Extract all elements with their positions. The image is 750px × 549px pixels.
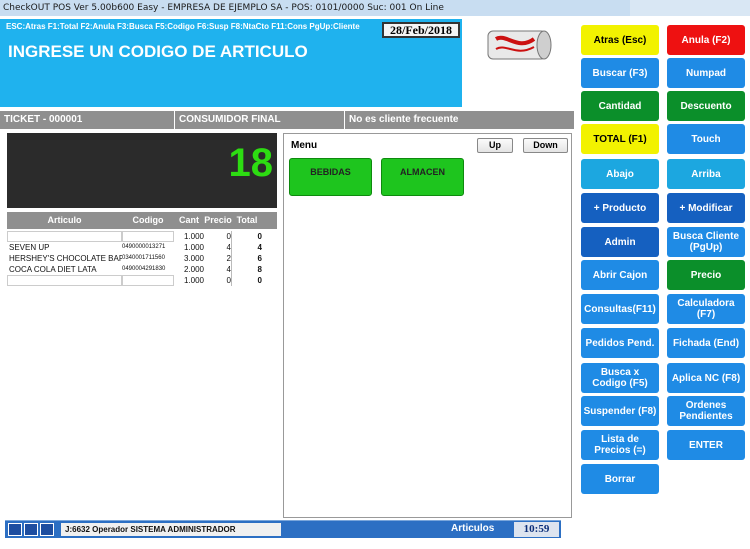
- cell-precio: 4: [204, 242, 232, 253]
- price-list-button[interactable]: Lista de Precios (=): [581, 430, 659, 460]
- cell-codigo: [122, 275, 174, 286]
- status-icons: [8, 523, 54, 536]
- cell-cant: 1.000: [183, 276, 204, 285]
- touch-button[interactable]: Touch: [667, 124, 745, 154]
- discount-button[interactable]: Descuento: [667, 91, 745, 121]
- cell-precio: 0: [204, 231, 232, 242]
- cell-articulo: [7, 231, 122, 242]
- add-product-button[interactable]: + Producto: [581, 193, 659, 223]
- admin-button[interactable]: Admin: [581, 227, 659, 257]
- category-bebidas-button[interactable]: BEBIDAS: [289, 158, 372, 196]
- search-customer-button[interactable]: Busca Cliente (PgUp): [667, 227, 745, 257]
- table-row[interactable]: HERSHEY'S CHOCOLATE BAR 0340001711560 3.…: [7, 253, 277, 264]
- total-button[interactable]: TOTAL (F1): [581, 124, 659, 154]
- clear-button[interactable]: Borrar: [581, 464, 659, 494]
- header-codigo: Codigo: [132, 215, 164, 225]
- up-button[interactable]: Up: [477, 138, 513, 153]
- total-display: 18: [7, 133, 277, 208]
- customer-status: No es cliente frecuente: [345, 111, 575, 129]
- header-total: Total: [236, 215, 258, 225]
- queries-button[interactable]: Consultas(F11): [581, 294, 659, 324]
- apply-credit-note-button[interactable]: Aplica NC (F8): [667, 363, 745, 393]
- quantity-button[interactable]: Cantidad: [581, 91, 659, 121]
- items-table-header: Articulo Codigo Cant Precio Total: [7, 212, 277, 229]
- open-drawer-button[interactable]: Abrir Cajon: [581, 260, 659, 290]
- cell-articulo: [7, 275, 122, 286]
- cell-total: 4: [257, 243, 262, 252]
- search-by-code-button[interactable]: Busca x Codigo (F5): [581, 363, 659, 393]
- articles-label: Articulos: [451, 523, 495, 534]
- cell-articulo: HERSHEY'S CHOCOLATE BAR: [9, 254, 122, 263]
- header-cant: Cant: [179, 215, 199, 225]
- status-bar: J:6632 Operador SISTEMA ADMINISTRADOR Ar…: [5, 520, 561, 538]
- header-articulo: Articulo: [47, 215, 82, 225]
- clock-display: 10:59: [514, 522, 559, 537]
- ticket-number: TICKET - 000001: [0, 111, 175, 129]
- window-icon[interactable]: [40, 523, 54, 536]
- search-button[interactable]: Buscar (F3): [581, 58, 659, 88]
- cell-total: 0: [257, 232, 262, 241]
- cell-total: 8: [257, 265, 262, 274]
- numpad-button[interactable]: Numpad: [667, 58, 745, 88]
- price-button[interactable]: Precio: [667, 260, 745, 290]
- header-precio: Precio: [204, 215, 232, 225]
- operator-info: J:6632 Operador SISTEMA ADMINISTRADOR: [61, 523, 281, 536]
- cell-codigo: 0340001711560: [122, 255, 165, 261]
- cell-codigo: 0490004291830: [122, 266, 166, 272]
- customer-name: CONSUMIDOR FINAL: [175, 111, 345, 129]
- table-row[interactable]: 1.000 0 0: [7, 231, 277, 242]
- header-panel: ESC:Atras F1:Total F2:Anula F3:Busca F5:…: [0, 19, 462, 107]
- items-table: 1.000 0 0 SEVEN UP 0490000013271 1.000 4…: [7, 231, 277, 286]
- suspend-button[interactable]: Suspender (F8): [581, 396, 659, 426]
- calculator-button[interactable]: Calculadora (F7): [667, 294, 745, 324]
- cell-articulo: SEVEN UP: [9, 243, 50, 252]
- cell-cant: 3.000: [183, 254, 204, 263]
- cell-cant: 1.000: [183, 232, 204, 241]
- cell-cant: 1.000: [183, 243, 204, 252]
- clock-in-button[interactable]: Fichada (End): [667, 328, 745, 358]
- total-value: 18: [228, 141, 274, 185]
- cell-precio: 4: [204, 264, 232, 275]
- table-row[interactable]: 1.000 0 0: [7, 275, 277, 286]
- cell-codigo: 0490000013271: [122, 244, 166, 250]
- prompt-text: INGRESE UN CODIGO DE ARTICULO: [8, 42, 308, 61]
- down-button[interactable]: Down: [523, 138, 568, 153]
- void-button[interactable]: Anula (F2): [667, 25, 745, 55]
- printer-icon[interactable]: [24, 523, 38, 536]
- window-controls[interactable]: [630, 0, 750, 16]
- down-list-button[interactable]: Abajo: [581, 159, 659, 189]
- cell-total: 6: [257, 254, 262, 263]
- cell-precio: 2: [204, 253, 232, 264]
- up-list-button[interactable]: Arriba: [667, 159, 745, 189]
- table-row[interactable]: SEVEN UP 0490000013271 1.000 4 4: [7, 242, 277, 253]
- action-buttons-panel: Atras (Esc) Anula (F2) Buscar (F3) Numpa…: [575, 19, 750, 529]
- cell-total: 0: [257, 276, 262, 285]
- drink-can-icon: [467, 19, 575, 71]
- ticket-info-bar: TICKET - 000001 CONSUMIDOR FINAL No es c…: [0, 111, 575, 129]
- category-almacen-button[interactable]: ALMACEN: [381, 158, 464, 196]
- cell-codigo: [122, 231, 174, 242]
- back-button[interactable]: Atras (Esc): [581, 25, 659, 55]
- menu-title: Menu: [291, 140, 318, 151]
- app-icon[interactable]: [8, 523, 22, 536]
- add-modifier-button[interactable]: + Modificar: [667, 193, 745, 223]
- enter-button[interactable]: ENTER: [667, 430, 745, 460]
- date-display: 28/Feb/2018: [382, 22, 460, 38]
- cell-articulo: COCA COLA DIET LATA: [9, 265, 97, 274]
- pending-orders-button[interactable]: Pedidos Pend.: [581, 328, 659, 358]
- pending-orders-list-button[interactable]: Ordenes Pendientes: [667, 396, 745, 426]
- table-row[interactable]: COCA COLA DIET LATA 0490004291830 2.000 …: [7, 264, 277, 275]
- cell-cant: 2.000: [183, 265, 204, 274]
- cell-precio: 0: [204, 275, 232, 286]
- menu-panel: Menu Up Down BEBIDAS ALMACEN: [283, 133, 572, 518]
- shortcut-hints: ESC:Atras F1:Total F2:Anula F3:Busca F5:…: [6, 22, 360, 31]
